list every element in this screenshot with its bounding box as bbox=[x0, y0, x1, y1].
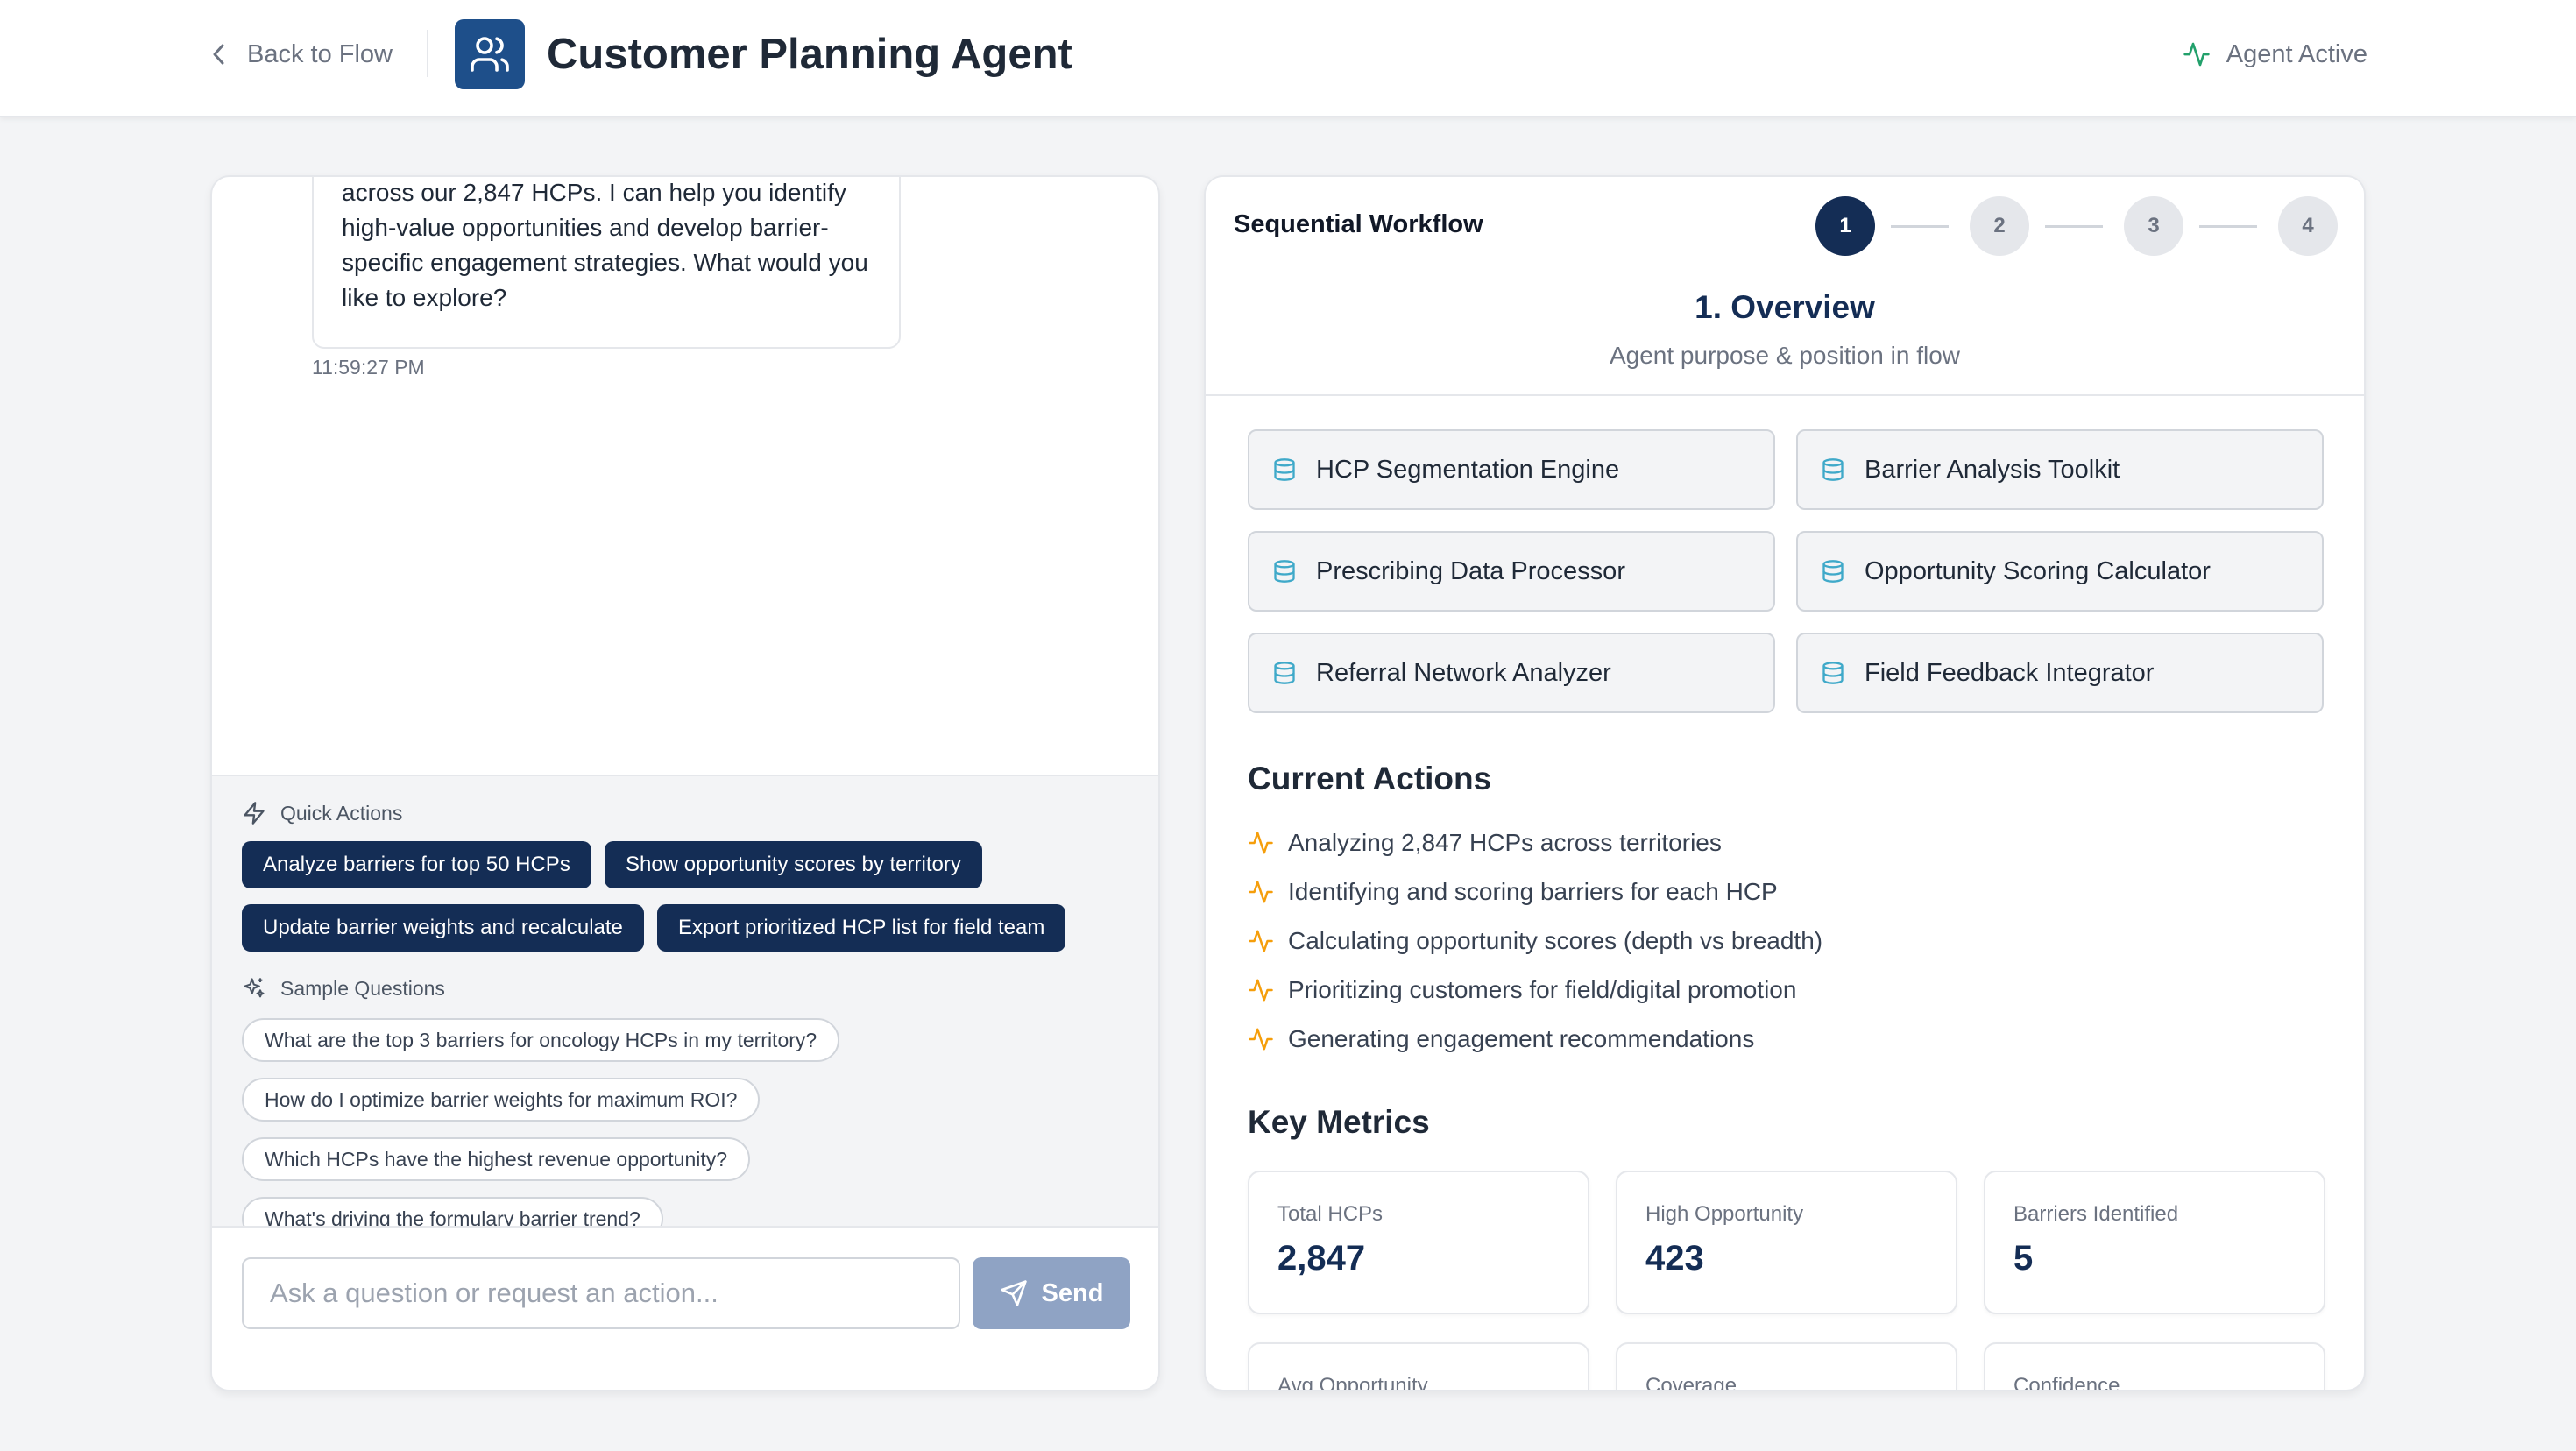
agent-message: scoring, and strategic customer prioriti… bbox=[312, 177, 901, 349]
send-label: Send bbox=[1041, 1278, 1104, 1307]
tool-name: Opportunity Scoring Calculator bbox=[1865, 556, 2211, 585]
page-title: Customer Planning Agent bbox=[547, 31, 1072, 78]
database-icon bbox=[1821, 660, 1845, 686]
message-timestamp: 11:59:27 PM bbox=[312, 356, 425, 379]
metric-value: 2,847 bbox=[1277, 1239, 1366, 1278]
action-text: Prioritizing customers for field/digital… bbox=[1288, 976, 1797, 1003]
workflow-step-2[interactable]: 2 bbox=[1970, 196, 2029, 256]
sparkles-icon bbox=[242, 976, 266, 1001]
action-text: Calculating opportunity scores (depth vs… bbox=[1288, 927, 1823, 954]
sample-question-chip[interactable]: What are the top 3 barriers for oncology… bbox=[242, 1018, 840, 1062]
workflow-step-1[interactable]: 1 bbox=[1815, 196, 1875, 256]
chat-messages[interactable]: scoring, and strategic customer prioriti… bbox=[212, 177, 1158, 775]
metric-label: Avg Opportunity bbox=[1277, 1374, 1428, 1391]
workflow-header: Sequential Workflow 1 2 3 4 1. Overview … bbox=[1206, 177, 2364, 396]
database-icon bbox=[1272, 660, 1297, 686]
tool-card: Opportunity Scoring Calculator bbox=[1796, 531, 2324, 612]
action-item: Generating engagement recommendations bbox=[1248, 1022, 1754, 1057]
agent-status-label: Agent Active bbox=[2226, 39, 2367, 68]
metric-value: 423 bbox=[1645, 1239, 1704, 1278]
tool-name: Field Feedback Integrator bbox=[1865, 658, 2155, 687]
activity-icon bbox=[2183, 40, 2211, 68]
tool-card: Field Feedback Integrator bbox=[1796, 633, 2324, 713]
step-connector bbox=[1891, 225, 1949, 228]
send-icon bbox=[1000, 1279, 1028, 1307]
quick-actions-label: Quick Actions bbox=[280, 801, 403, 825]
zap-icon bbox=[242, 801, 266, 825]
sample-questions-header: Sample Questions bbox=[242, 976, 445, 1001]
database-icon bbox=[1821, 457, 1845, 483]
chat-panel: scoring, and strategic customer prioriti… bbox=[210, 175, 1160, 1391]
tool-name: Prescribing Data Processor bbox=[1316, 556, 1625, 585]
metric-label: Confidence bbox=[2013, 1374, 2120, 1391]
metric-card: Total HCPs 2,847 bbox=[1248, 1171, 1589, 1314]
metric-label: High Opportunity bbox=[1645, 1202, 1804, 1226]
activity-icon bbox=[1248, 977, 1274, 1003]
quick-action-button[interactable]: Show opportunity scores by territory bbox=[605, 841, 982, 888]
stage-title: 1. Overview bbox=[1695, 289, 1875, 325]
tool-card: Prescribing Data Processor bbox=[1248, 531, 1775, 612]
header-divider bbox=[427, 30, 428, 77]
workflow-step-4[interactable]: 4 bbox=[2278, 196, 2338, 256]
action-text: Identifying and scoring barriers for eac… bbox=[1288, 878, 1778, 905]
tool-name: Referral Network Analyzer bbox=[1316, 658, 1611, 687]
chat-input[interactable] bbox=[242, 1257, 960, 1329]
chat-input-bar: Send bbox=[212, 1226, 1158, 1390]
database-icon bbox=[1272, 457, 1297, 483]
action-item: Analyzing 2,847 HCPs across territories bbox=[1248, 825, 1722, 860]
sample-questions-label: Sample Questions bbox=[280, 976, 445, 1000]
workflow-step-3[interactable]: 3 bbox=[2124, 196, 2183, 256]
agent-message-text: scoring, and strategic customer prioriti… bbox=[342, 179, 868, 311]
current-actions-heading: Current Actions bbox=[1248, 761, 1492, 796]
activity-icon bbox=[1248, 1026, 1274, 1052]
quick-action-button[interactable]: Export prioritized HCP list for field te… bbox=[657, 904, 1066, 952]
action-text: Generating engagement recommendations bbox=[1288, 1025, 1755, 1052]
activity-icon bbox=[1248, 830, 1274, 856]
stage-subtitle: Agent purpose & position in flow bbox=[1609, 342, 1961, 369]
action-item: Calculating opportunity scores (depth vs… bbox=[1248, 924, 1822, 959]
top-header: Back to Flow Customer Planning Agent Age… bbox=[0, 0, 2576, 117]
back-to-flow-button[interactable]: Back to Flow bbox=[210, 33, 393, 75]
tool-name: Barrier Analysis Toolkit bbox=[1865, 455, 2120, 484]
metric-card: Barriers Identified 5 bbox=[1984, 1171, 2325, 1314]
agent-status: Agent Active bbox=[2183, 33, 2367, 75]
tool-name: HCP Segmentation Engine bbox=[1316, 455, 1620, 484]
activity-icon bbox=[1248, 879, 1274, 905]
metric-label: Total HCPs bbox=[1277, 1202, 1384, 1226]
metric-card: High Opportunity 423 bbox=[1616, 1171, 1957, 1314]
action-item: Identifying and scoring barriers for eac… bbox=[1248, 874, 1778, 910]
action-text: Analyzing 2,847 HCPs across territories bbox=[1288, 829, 1722, 856]
metric-label: Coverage bbox=[1645, 1374, 1737, 1391]
agent-logo bbox=[455, 19, 525, 89]
tool-card: Barrier Analysis Toolkit bbox=[1796, 429, 2324, 510]
quick-actions-header: Quick Actions bbox=[242, 801, 402, 825]
send-button[interactable]: Send bbox=[973, 1257, 1130, 1329]
metric-card: Avg Opportunity bbox=[1248, 1342, 1589, 1391]
workflow-panel: Sequential Workflow 1 2 3 4 1. Overview … bbox=[1204, 175, 2366, 1391]
sample-question-chip[interactable]: Which HCPs have the highest revenue oppo… bbox=[242, 1137, 751, 1181]
users-icon bbox=[469, 33, 511, 75]
tool-card: Referral Network Analyzer bbox=[1248, 633, 1775, 713]
tool-card: HCP Segmentation Engine bbox=[1248, 429, 1775, 510]
quick-action-button[interactable]: Update barrier weights and recalculate bbox=[242, 904, 644, 952]
database-icon bbox=[1272, 558, 1297, 584]
step-connector bbox=[2045, 225, 2103, 228]
database-icon bbox=[1821, 558, 1845, 584]
metric-label: Barriers Identified bbox=[2013, 1202, 2179, 1226]
chevron-left-icon bbox=[210, 41, 228, 67]
workflow-title: Sequential Workflow bbox=[1234, 210, 1483, 238]
activity-icon bbox=[1248, 928, 1274, 954]
quick-action-button[interactable]: Analyze barriers for top 50 HCPs bbox=[242, 841, 591, 888]
key-metrics-heading: Key Metrics bbox=[1248, 1104, 1430, 1140]
action-item: Prioritizing customers for field/digital… bbox=[1248, 973, 1796, 1008]
metric-card: Confidence bbox=[1984, 1342, 2325, 1391]
metric-card: Coverage bbox=[1616, 1342, 1957, 1391]
back-to-flow-label: Back to Flow bbox=[247, 39, 393, 68]
sample-question-chip[interactable]: How do I optimize barrier weights for ma… bbox=[242, 1078, 761, 1122]
metric-value: 5 bbox=[2013, 1239, 2034, 1278]
step-connector bbox=[2199, 225, 2257, 228]
